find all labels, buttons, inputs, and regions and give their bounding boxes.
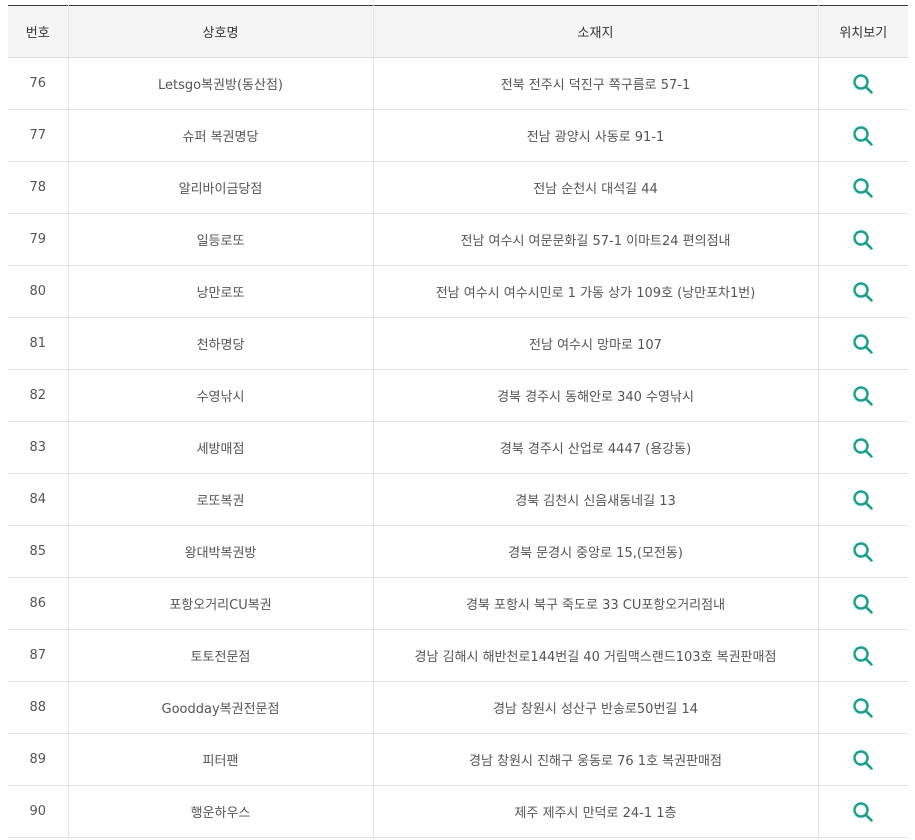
table-row: 79 일등로또 전남 여수시 여문문화길 57-1 이마트24 편의점내 bbox=[8, 213, 908, 266]
table-row: 86 포항오거리CU복권 경북 포항시 북구 죽도로 33 CU포항오거리점내 bbox=[8, 577, 908, 630]
cell-location bbox=[817, 369, 908, 422]
cell-name: Goodday복권전문점 bbox=[67, 681, 373, 734]
cell-no: 89 bbox=[8, 733, 68, 786]
cell-name: 낭만로또 bbox=[67, 265, 373, 318]
table-row: 78 알리바이금당점 전남 순천시 대석길 44 bbox=[8, 161, 908, 214]
table-row: 82 수영낚시 경북 경주시 동해안로 340 수영낚시 bbox=[8, 369, 908, 422]
cell-address: 전남 광양시 사동로 91-1 bbox=[372, 109, 818, 162]
cell-location bbox=[817, 421, 908, 474]
cell-no: 88 bbox=[8, 681, 68, 734]
table-row: 90 행운하우스 제주 제주시 만덕로 24-1 1층 bbox=[8, 785, 908, 838]
cell-location bbox=[817, 109, 908, 162]
table-row: 88 Goodday복권전문점 경남 창원시 성산구 반송로50번길 14 bbox=[8, 681, 908, 734]
search-icon[interactable] bbox=[852, 697, 874, 719]
cell-no: 85 bbox=[8, 525, 68, 578]
cell-address: 경북 경주시 동해안로 340 수영낚시 bbox=[372, 369, 818, 422]
cell-location bbox=[817, 733, 908, 786]
search-icon[interactable] bbox=[852, 333, 874, 355]
header-address: 소재지 bbox=[372, 5, 818, 58]
search-icon[interactable] bbox=[852, 385, 874, 407]
search-icon[interactable] bbox=[852, 177, 874, 199]
search-icon[interactable] bbox=[852, 645, 874, 667]
cell-location bbox=[817, 785, 908, 838]
search-icon[interactable] bbox=[852, 749, 874, 771]
search-icon[interactable] bbox=[852, 801, 874, 823]
cell-address: 경남 김해시 해반천로144번길 40 거림맥스랜드103호 복권판매점 bbox=[372, 629, 818, 682]
store-table: 번호 상호명 소재지 위치보기 76 Letsgo복권방(동산점) 전북 전주시… bbox=[8, 5, 908, 838]
cell-location bbox=[817, 317, 908, 370]
table-body: 76 Letsgo복권방(동산점) 전북 전주시 덕진구 쪽구름로 57-1 7… bbox=[8, 57, 908, 838]
cell-no: 82 bbox=[8, 369, 68, 422]
table-row: 84 로또복권 경북 김천시 신음새동네길 13 bbox=[8, 473, 908, 526]
cell-location bbox=[817, 161, 908, 214]
cell-name: Letsgo복권방(동산점) bbox=[67, 57, 373, 110]
cell-address: 경남 창원시 진해구 웅동로 76 1호 복권판매점 bbox=[372, 733, 818, 786]
table-row: 83 세방매점 경북 경주시 산업로 4447 (용강동) bbox=[8, 421, 908, 474]
cell-name: 세방매점 bbox=[67, 421, 373, 474]
cell-no: 80 bbox=[8, 265, 68, 318]
cell-name: 수영낚시 bbox=[67, 369, 373, 422]
cell-address: 전남 순천시 대석길 44 bbox=[372, 161, 818, 214]
cell-location bbox=[817, 213, 908, 266]
cell-no: 79 bbox=[8, 213, 68, 266]
search-icon[interactable] bbox=[852, 437, 874, 459]
table-header: 번호 상호명 소재지 위치보기 bbox=[8, 5, 908, 58]
cell-no: 90 bbox=[8, 785, 68, 838]
cell-no: 86 bbox=[8, 577, 68, 630]
cell-location bbox=[817, 525, 908, 578]
search-icon[interactable] bbox=[852, 593, 874, 615]
cell-name: 천하명당 bbox=[67, 317, 373, 370]
cell-name: 슈퍼 복권명당 bbox=[67, 109, 373, 162]
cell-address: 전남 여수시 망마로 107 bbox=[372, 317, 818, 370]
cell-no: 83 bbox=[8, 421, 68, 474]
cell-name: 토토전문점 bbox=[67, 629, 373, 682]
cell-location bbox=[817, 57, 908, 110]
cell-location bbox=[817, 681, 908, 734]
cell-no: 76 bbox=[8, 57, 68, 110]
cell-address: 경북 김천시 신음새동네길 13 bbox=[372, 473, 818, 526]
search-icon[interactable] bbox=[852, 489, 874, 511]
cell-name: 일등로또 bbox=[67, 213, 373, 266]
cell-no: 81 bbox=[8, 317, 68, 370]
table-row: 80 낭만로또 전남 여수시 여수시민로 1 가동 상가 109호 (낭만포차1… bbox=[8, 265, 908, 318]
cell-address: 경북 문경시 중앙로 15,(모전동) bbox=[372, 525, 818, 578]
cell-name: 왕대박복권방 bbox=[67, 525, 373, 578]
search-icon[interactable] bbox=[852, 541, 874, 563]
cell-name: 피터팬 bbox=[67, 733, 373, 786]
cell-name: 알리바이금당점 bbox=[67, 161, 373, 214]
cell-address: 경남 창원시 성산구 반송로50번길 14 bbox=[372, 681, 818, 734]
search-icon[interactable] bbox=[852, 125, 874, 147]
cell-address: 제주 제주시 만덕로 24-1 1층 bbox=[372, 785, 818, 838]
cell-no: 77 bbox=[8, 109, 68, 162]
header-name: 상호명 bbox=[67, 5, 373, 58]
cell-address: 전남 여수시 여수시민로 1 가동 상가 109호 (낭만포차1번) bbox=[372, 265, 818, 318]
table-row: 85 왕대박복권방 경북 문경시 중앙로 15,(모전동) bbox=[8, 525, 908, 578]
cell-address: 전남 여수시 여문문화길 57-1 이마트24 편의점내 bbox=[372, 213, 818, 266]
cell-location bbox=[817, 629, 908, 682]
cell-location bbox=[817, 265, 908, 318]
page: 번호 상호명 소재지 위치보기 76 Letsgo복권방(동산점) 전북 전주시… bbox=[0, 0, 915, 840]
cell-no: 87 bbox=[8, 629, 68, 682]
table-row: 89 피터팬 경남 창원시 진해구 웅동로 76 1호 복권판매점 bbox=[8, 733, 908, 786]
cell-name: 행운하우스 bbox=[67, 785, 373, 838]
cell-location bbox=[817, 473, 908, 526]
table-row: 76 Letsgo복권방(동산점) 전북 전주시 덕진구 쪽구름로 57-1 bbox=[8, 57, 908, 110]
table-row: 87 토토전문점 경남 김해시 해반천로144번길 40 거림맥스랜드103호 … bbox=[8, 629, 908, 682]
cell-address: 경북 경주시 산업로 4447 (용강동) bbox=[372, 421, 818, 474]
search-icon[interactable] bbox=[852, 229, 874, 251]
table-row: 81 천하명당 전남 여수시 망마로 107 bbox=[8, 317, 908, 370]
search-icon[interactable] bbox=[852, 281, 874, 303]
search-icon[interactable] bbox=[852, 73, 874, 95]
header-row: 번호 상호명 소재지 위치보기 bbox=[8, 5, 908, 58]
cell-name: 포항오거리CU복권 bbox=[67, 577, 373, 630]
header-location: 위치보기 bbox=[817, 5, 908, 58]
header-no: 번호 bbox=[8, 5, 68, 58]
cell-name: 로또복권 bbox=[67, 473, 373, 526]
cell-address: 경북 포항시 북구 죽도로 33 CU포항오거리점내 bbox=[372, 577, 818, 630]
cell-location bbox=[817, 577, 908, 630]
cell-no: 78 bbox=[8, 161, 68, 214]
cell-no: 84 bbox=[8, 473, 68, 526]
cell-address: 전북 전주시 덕진구 쪽구름로 57-1 bbox=[372, 57, 818, 110]
table-row: 77 슈퍼 복권명당 전남 광양시 사동로 91-1 bbox=[8, 109, 908, 162]
